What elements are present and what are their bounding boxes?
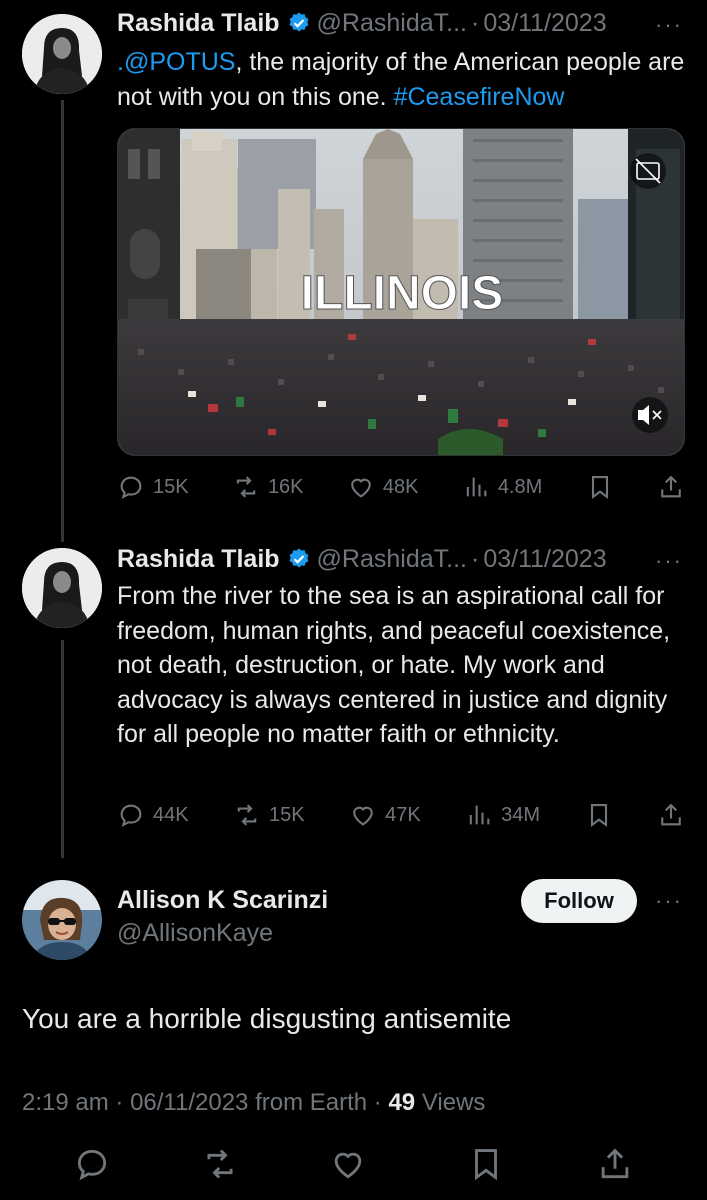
video-media[interactable]: ILLINOIS — [117, 128, 685, 456]
bookmark-icon[interactable] — [467, 1145, 505, 1188]
share-icon — [657, 801, 685, 829]
bookmark-icon — [586, 473, 614, 501]
thread-line-1 — [61, 100, 64, 542]
views-count: 34M — [501, 803, 541, 826]
author-name[interactable]: Rashida Tlaib — [117, 545, 280, 574]
like-button[interactable]: 48K — [347, 473, 419, 501]
reply-text: You are a horrible disgusting antisemite — [22, 1003, 512, 1034]
separator-dot: · — [471, 544, 480, 573]
tweet-full-date[interactable]: 06/11/2023 — [130, 1089, 248, 1116]
tweet-date[interactable]: 03/11/2023 — [483, 9, 606, 38]
closed-captions-icon[interactable] — [630, 153, 666, 189]
repost-icon — [233, 801, 261, 829]
verified-badge-icon — [287, 547, 311, 571]
share-icon — [657, 473, 685, 501]
views-count: 4.8M — [497, 475, 543, 498]
avatar[interactable] — [22, 548, 102, 628]
repost-button[interactable]: 15K — [233, 801, 305, 829]
reply-icon — [117, 473, 145, 501]
views-icon — [462, 473, 490, 501]
separator-dot: · — [373, 1089, 382, 1116]
reply-author-name[interactable]: Allison K Scarinzi — [117, 886, 328, 915]
views-button[interactable]: 4.8M — [462, 473, 542, 501]
tweet-date[interactable]: 03/11/2023 — [483, 545, 606, 574]
reply-count: 15K — [153, 475, 189, 498]
separator-dot: · — [115, 1089, 124, 1116]
repost-button[interactable]: 16K — [232, 473, 304, 501]
tweet-actions: 44K 15K 47K 34M — [117, 797, 685, 833]
views-label: Views — [421, 1089, 486, 1116]
repost-count: 16K — [267, 475, 304, 498]
reply-icon[interactable] — [73, 1145, 111, 1188]
mention-link[interactable]: .@POTUS — [117, 48, 235, 76]
bookmark-icon — [585, 801, 613, 829]
repost-icon[interactable] — [201, 1145, 239, 1188]
share-icon[interactable] — [596, 1145, 634, 1188]
author-handle[interactable]: @RashidaT... — [317, 9, 467, 38]
bookmark-button[interactable] — [586, 473, 614, 501]
tweet-header: Rashida Tlaib @RashidaT... · 03/11/2023 — [117, 541, 607, 577]
more-icon[interactable]: ··· — [655, 888, 683, 914]
like-icon — [347, 473, 375, 501]
author-handle[interactable]: @RashidaT... — [317, 545, 467, 574]
separator-dot: · — [471, 8, 480, 37]
like-icon[interactable] — [329, 1145, 367, 1188]
views-count: 49 — [388, 1089, 416, 1116]
tweet-meta: 2:19 am · 06/11/2023 from Earth · 49 Vie… — [22, 1089, 485, 1117]
reply-button[interactable]: 44K — [117, 801, 189, 829]
repost-count: 15K — [269, 803, 305, 826]
avatar[interactable] — [22, 14, 102, 94]
tweet-text: .@POTUS, the majority of the American pe… — [117, 45, 692, 114]
like-count: 48K — [382, 475, 419, 498]
tweet-header: Rashida Tlaib @RashidaT... · 03/11/2023 — [117, 5, 607, 41]
avatar[interactable] — [22, 880, 102, 960]
reply-count: 44K — [153, 803, 189, 826]
share-button[interactable] — [657, 473, 685, 501]
reply-button[interactable]: 15K — [117, 473, 189, 501]
mute-icon[interactable] — [632, 397, 668, 433]
like-button[interactable]: 47K — [349, 801, 421, 829]
tweet-text: From the river to the sea is an aspirati… — [117, 582, 671, 748]
reply-action-bar — [0, 1145, 707, 1185]
thread-line-2 — [61, 640, 64, 858]
follow-button[interactable]: Follow — [521, 879, 637, 923]
reply-icon — [117, 801, 145, 829]
hashtag-link[interactable]: #CeasefireNow — [394, 83, 565, 111]
bookmark-button[interactable] — [585, 801, 613, 829]
tweet-source: from Earth — [255, 1089, 368, 1116]
share-button[interactable] — [657, 801, 685, 829]
tweet-time[interactable]: 2:19 am — [22, 1089, 109, 1116]
verified-badge-icon — [287, 11, 311, 35]
video-overlay-text: ILLINOIS — [301, 267, 504, 320]
reply-author-handle[interactable]: @AllisonKaye — [117, 919, 273, 948]
more-icon[interactable]: ··· — [655, 12, 683, 38]
tweet-actions: 15K 16K 48K 4.8M — [117, 469, 685, 505]
like-count: 47K — [385, 803, 421, 826]
views-button[interactable]: 34M — [465, 801, 540, 829]
more-icon[interactable]: ··· — [655, 548, 683, 574]
repost-icon — [232, 473, 260, 501]
views-icon — [465, 801, 493, 829]
like-icon — [349, 801, 377, 829]
author-name[interactable]: Rashida Tlaib — [117, 9, 280, 38]
